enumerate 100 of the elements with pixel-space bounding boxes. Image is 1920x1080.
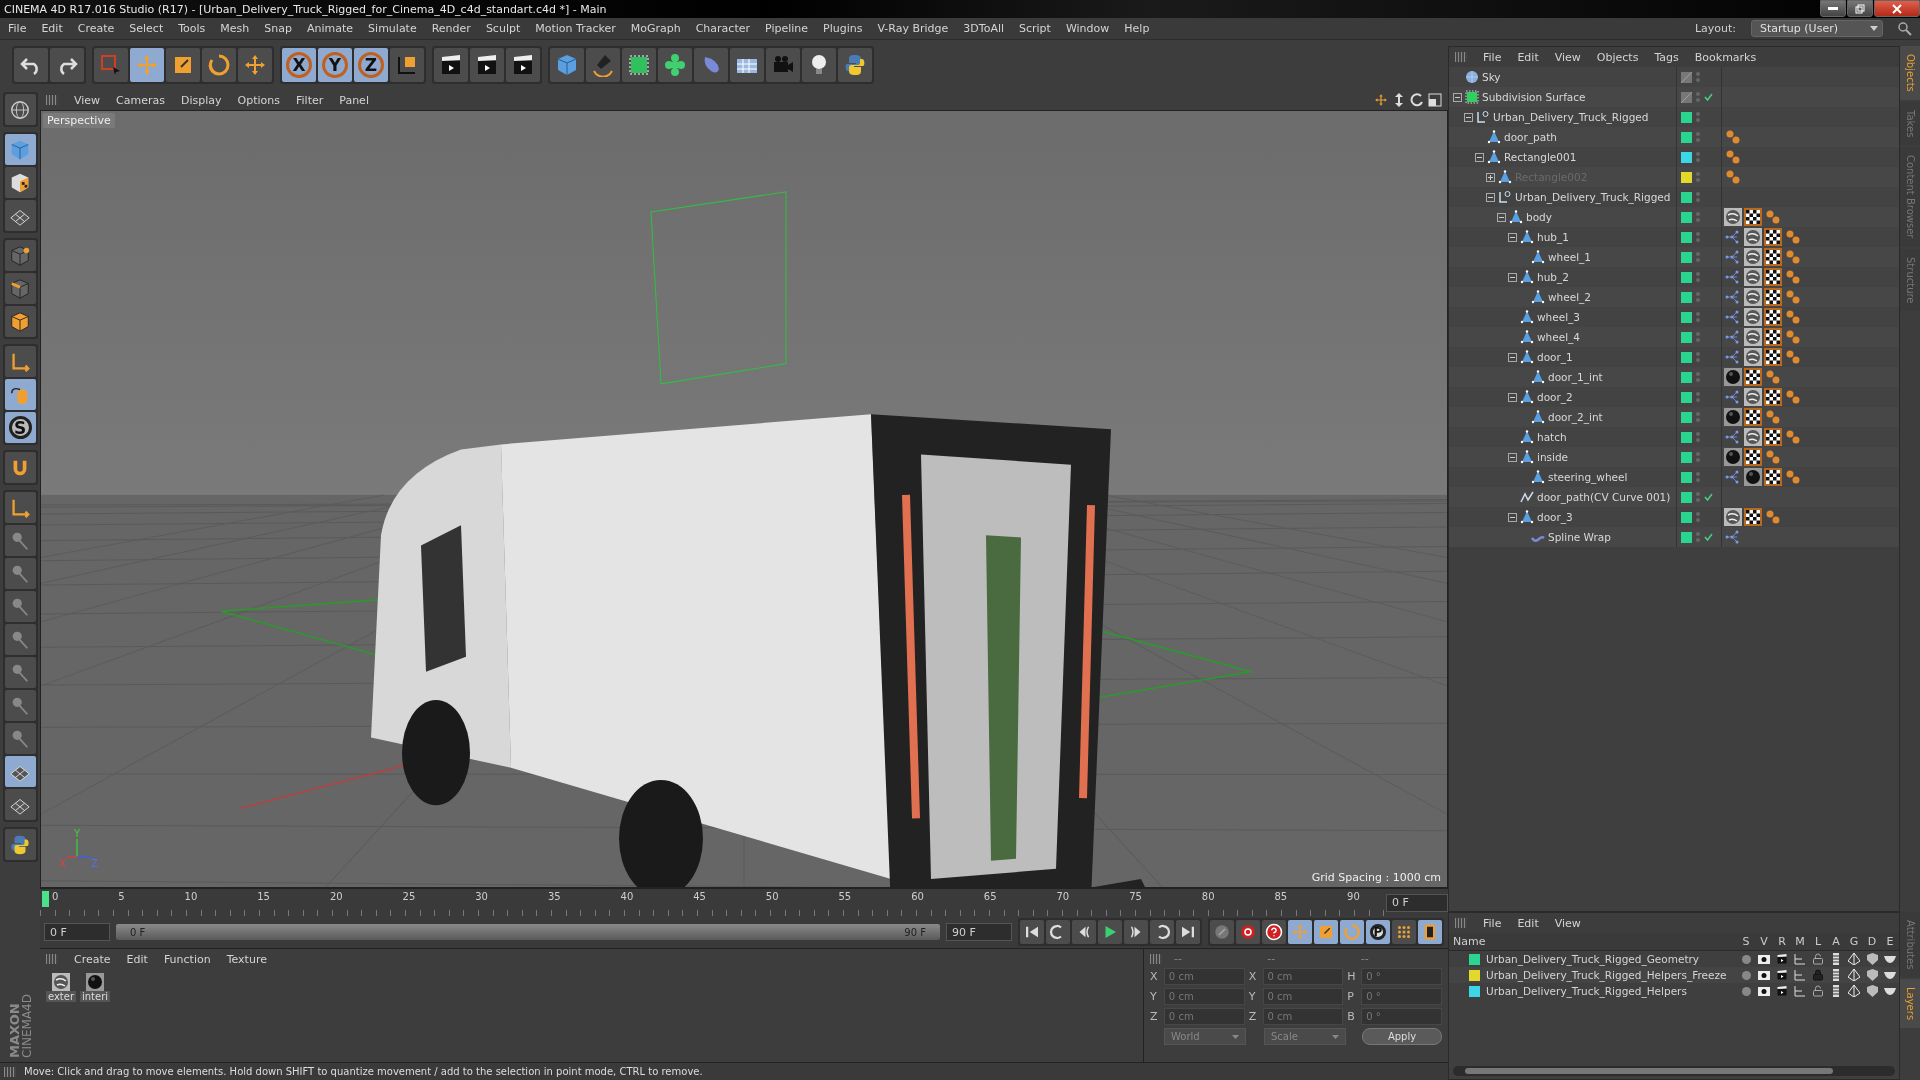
- menu-item[interactable]: Pipeline: [765, 22, 809, 35]
- tool-button[interactable]: [4, 94, 36, 125]
- visibility-dots-icon[interactable]: [1696, 192, 1700, 202]
- visibility-dots-icon[interactable]: [1696, 392, 1700, 402]
- frame-range-slider[interactable]: 0 F 90 F: [116, 924, 940, 940]
- snap-button[interactable]: S: [4, 412, 36, 443]
- axis-button[interactable]: Z: [354, 48, 388, 82]
- menu-item[interactable]: File: [1483, 50, 1502, 64]
- layer-swatch[interactable]: [1681, 271, 1692, 283]
- menu-item[interactable]: Filter: [296, 93, 324, 107]
- layer-swatch[interactable]: [1681, 431, 1692, 443]
- layer-swatch[interactable]: [1681, 131, 1692, 143]
- menu-item[interactable]: Tags: [1654, 50, 1679, 64]
- visibility-dots-icon[interactable]: [1696, 512, 1700, 522]
- expand-toggle[interactable]: [1508, 452, 1517, 462]
- layer-swatch[interactable]: [1681, 71, 1692, 83]
- tool-button[interactable]: [50, 48, 84, 82]
- menu-item[interactable]: Panel: [339, 93, 369, 107]
- expand-toggle[interactable]: [1508, 392, 1517, 402]
- tool-button[interactable]: [470, 48, 504, 82]
- expand-toggle[interactable]: [1486, 192, 1495, 202]
- unlock-icon[interactable]: [1812, 953, 1824, 965]
- layer-swatch[interactable]: [1681, 351, 1692, 363]
- menu-item[interactable]: Objects: [1596, 50, 1639, 64]
- menu-item[interactable]: Mesh: [220, 22, 250, 35]
- menu-item[interactable]: V-Ray Bridge: [877, 22, 949, 35]
- tool-button[interactable]: [4, 829, 36, 860]
- visibility-dots-icon[interactable]: [1696, 352, 1700, 362]
- menu-item[interactable]: View: [1554, 916, 1581, 930]
- menu-item[interactable]: Help: [1124, 22, 1150, 35]
- layer-swatch[interactable]: [1681, 491, 1692, 503]
- close-button[interactable]: [1874, 0, 1920, 17]
- menu-item[interactable]: Edit: [1517, 916, 1539, 930]
- tool-button[interactable]: [4, 167, 36, 198]
- tool-button[interactable]: [4, 240, 36, 271]
- expand-toggle[interactable]: [1508, 272, 1517, 282]
- layer-swatch[interactable]: [1681, 451, 1692, 463]
- visibility-dots-icon[interactable]: [1696, 272, 1700, 282]
- expand-toggle[interactable]: [1508, 232, 1517, 242]
- layer-name[interactable]: Urban_Delivery_Truck_Rigged_Geometry: [1486, 953, 1700, 965]
- menu-item[interactable]: File: [8, 22, 27, 35]
- visibility-dots-icon[interactable]: [1696, 472, 1700, 482]
- menu-item[interactable]: Plugins: [823, 22, 863, 35]
- material-name[interactable]: exter: [46, 991, 76, 1002]
- menu-item[interactable]: Function: [163, 952, 211, 966]
- expand-toggle[interactable]: [1464, 112, 1473, 122]
- menu-item[interactable]: Display: [181, 93, 222, 107]
- layer-swatch[interactable]: [1681, 211, 1692, 223]
- layer-swatch[interactable]: [1681, 91, 1692, 103]
- visibility-dots-icon[interactable]: [1696, 432, 1700, 442]
- maximize-button[interactable]: [1847, 0, 1873, 17]
- expand-toggle[interactable]: [1497, 212, 1506, 222]
- tool-button[interactable]: [14, 48, 48, 82]
- tool-button[interactable]: [1236, 920, 1260, 944]
- expand-toggle[interactable]: [1475, 152, 1484, 162]
- menu-item[interactable]: MoGraph: [630, 22, 681, 35]
- end-frame-field[interactable]: 90 F: [946, 923, 1012, 941]
- layout-dropdown[interactable]: Startup (User): [1751, 20, 1883, 37]
- expand-toggle[interactable]: [1508, 512, 1517, 522]
- tool-button[interactable]: [4, 492, 36, 523]
- tool-button[interactable]: [1046, 920, 1070, 944]
- unlock-icon[interactable]: [1812, 985, 1824, 997]
- axis-button[interactable]: X: [282, 48, 316, 82]
- tool-button[interactable]: [1418, 920, 1442, 944]
- visibility-dots-icon[interactable]: [1696, 232, 1700, 242]
- current-frame-field[interactable]: 0 F: [1386, 893, 1448, 912]
- tool-button[interactable]: [4, 200, 36, 231]
- menu-item[interactable]: View: [1554, 50, 1581, 64]
- material-name[interactable]: interi: [80, 991, 110, 1002]
- layer-swatch[interactable]: [1681, 291, 1692, 303]
- parameter-key-button[interactable]: P: [1366, 920, 1390, 944]
- menu-item[interactable]: Animate: [307, 22, 354, 35]
- tool-button[interactable]: [1072, 920, 1096, 944]
- tool-button[interactable]: [1150, 920, 1174, 944]
- layer-swatch[interactable]: [1681, 411, 1692, 423]
- menu-item[interactable]: Character: [695, 22, 750, 35]
- tool-button[interactable]: [730, 48, 764, 82]
- menu-item[interactable]: Snap: [264, 22, 292, 35]
- menu-item[interactable]: Create: [74, 952, 111, 966]
- menu-item[interactable]: Render: [431, 22, 471, 35]
- tool-button[interactable]: [506, 48, 540, 82]
- tool-button[interactable]: [1262, 920, 1286, 944]
- menu-item[interactable]: Create: [77, 22, 115, 35]
- menu-item[interactable]: Options: [237, 93, 280, 107]
- horizontal-scrollbar[interactable]: [1453, 1066, 1895, 1076]
- panel-tab[interactable]: Layers: [1900, 979, 1920, 1029]
- layer-swatch[interactable]: [1681, 471, 1692, 483]
- visibility-dots-icon[interactable]: [1696, 152, 1700, 162]
- tool-button[interactable]: [586, 48, 620, 82]
- apply-button[interactable]: Apply: [1362, 1028, 1442, 1045]
- menu-item[interactable]: Edit: [41, 22, 63, 35]
- menu-item[interactable]: Select: [129, 22, 164, 35]
- axis-button[interactable]: Y: [318, 48, 352, 82]
- tool-button[interactable]: [4, 346, 36, 377]
- layer-swatch[interactable]: [1681, 391, 1692, 403]
- menu-item[interactable]: View: [74, 93, 101, 107]
- menu-item[interactable]: Tools: [178, 22, 206, 35]
- expand-toggle[interactable]: [1508, 352, 1517, 362]
- layer-swatch[interactable]: [1681, 111, 1692, 123]
- visibility-dots-icon[interactable]: [1696, 72, 1700, 82]
